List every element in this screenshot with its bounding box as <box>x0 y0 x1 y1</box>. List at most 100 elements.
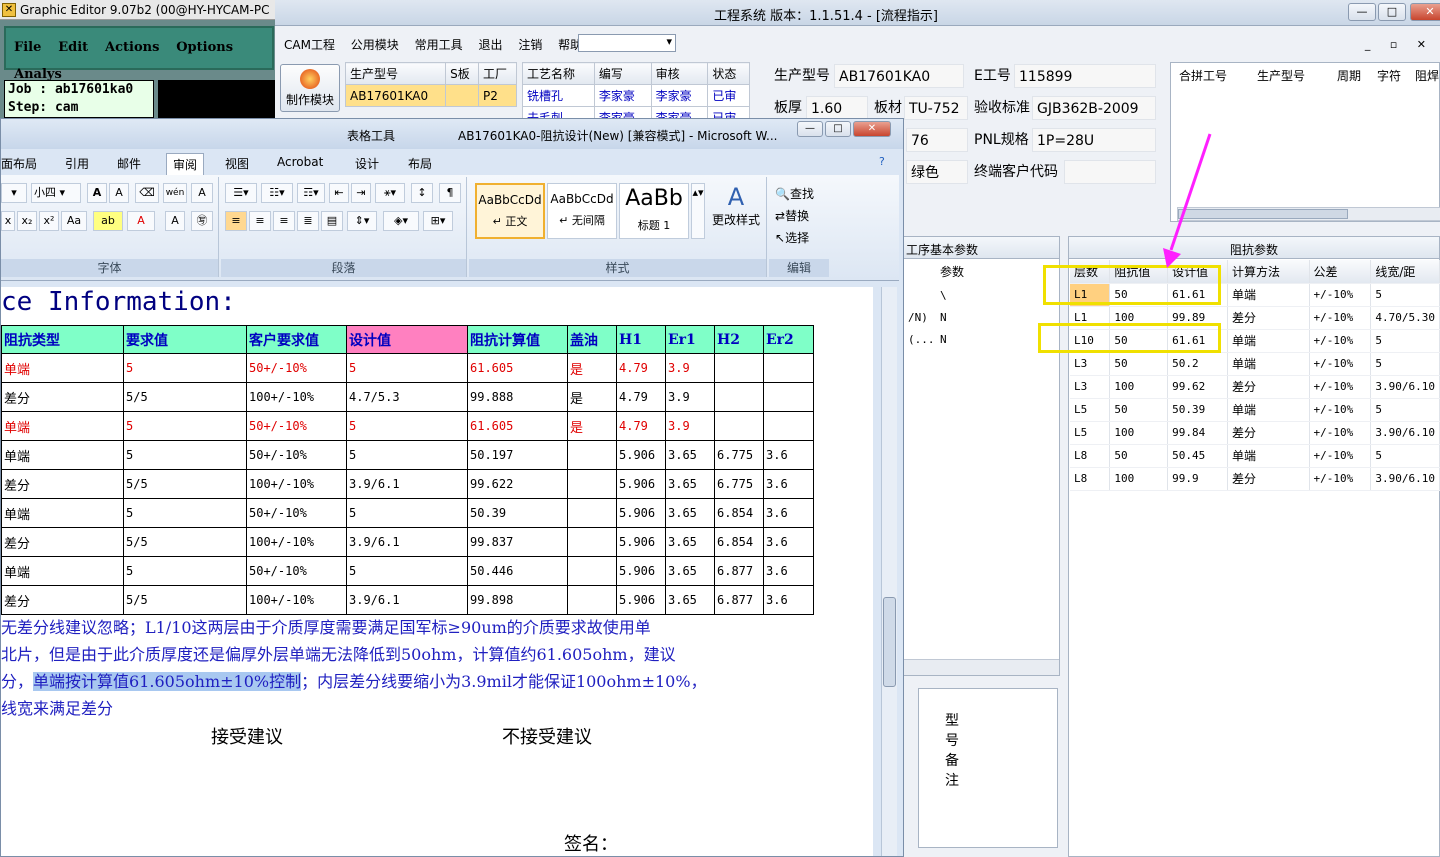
replace-button[interactable]: ⇄替换 <box>775 207 809 224</box>
table-row[interactable]: L5 50 50.39 单端 +/-10% 5 <box>1070 398 1440 422</box>
word-close-button[interactable]: ✕ <box>853 121 891 137</box>
tab-mailings[interactable]: 邮件 <box>117 155 141 172</box>
borders-button[interactable]: ⊞▾ <box>423 211 453 231</box>
col-header[interactable]: 审核 <box>650 62 709 85</box>
tab-view[interactable]: 视图 <box>225 155 249 172</box>
customer-value[interactable] <box>1064 160 1156 184</box>
font-color-button[interactable]: A <box>127 211 155 231</box>
font-name-dropdown[interactable]: ▾ <box>1 183 27 203</box>
highlight-button[interactable]: ab <box>93 211 123 231</box>
increase-indent-button[interactable]: ⇥ <box>351 183 371 203</box>
table-row[interactable]: 单端 5 50+/-10% 5 50.446 5.906 3.65 6.877 3.6 <box>1 556 814 586</box>
sort-button[interactable]: ↕ <box>411 183 433 203</box>
menu-actions[interactable]: Actions <box>97 28 164 55</box>
help-icon[interactable]: ? <box>879 155 885 168</box>
line-spacing-button[interactable]: ⇕▾ <box>347 211 377 231</box>
model-value[interactable]: AB17601KA0 <box>834 64 964 88</box>
col-header[interactable]: 工厂 <box>478 62 517 85</box>
select-button[interactable]: ↖选择 <box>775 229 809 246</box>
table-row[interactable]: 单端 5 50+/-10% 5 50.39 5.906 3.65 6.854 3.6 <box>1 498 814 528</box>
change-case-button[interactable]: Aa <box>61 211 87 231</box>
char-border-button[interactable]: A <box>191 183 213 203</box>
col-header[interactable]: 工艺名称 <box>522 62 595 85</box>
col-header[interactable]: 编写 <box>593 62 652 85</box>
distribute-button[interactable]: ▤ <box>321 211 343 231</box>
eno-value[interactable]: 115899 <box>1014 64 1156 88</box>
tab-references[interactable]: 引用 <box>65 155 89 172</box>
cam-minimize-button[interactable]: — <box>1348 3 1376 21</box>
thickness-value[interactable]: 1.60 <box>806 96 868 120</box>
process-scrollbar[interactable] <box>904 659 1059 675</box>
menu-edit[interactable]: Edit <box>50 28 93 55</box>
tab-layout[interactable]: 面布局 <box>1 155 37 172</box>
align-left-button[interactable]: ≡ <box>225 211 247 231</box>
col-header[interactable]: 公差 <box>1309 260 1372 284</box>
word-maximize-button[interactable]: □ <box>825 121 851 137</box>
style-heading-1[interactable]: AaBb 标题 1 <box>619 183 689 239</box>
table-row[interactable]: L8 100 99.9 差分 +/-10% 3.90/6.10 <box>1070 467 1440 491</box>
tab-table-layout[interactable]: 布局 <box>408 155 432 172</box>
col-header[interactable]: S板 <box>445 62 480 85</box>
table-row[interactable]: 差分 5/5 100+/-10% 3.9/6.1 99.622 5.906 3.65 6.77… <box>1 469 814 499</box>
styles-scroll[interactable]: ▴▾ <box>691 183 705 239</box>
ge-display-area[interactable] <box>158 80 275 118</box>
col-header[interactable]: 参数 <box>940 263 964 280</box>
cam-maximize-button[interactable]: □ <box>1378 3 1406 21</box>
tab-acrobat[interactable]: Acrobat <box>277 155 323 169</box>
strike-button[interactable]: x <box>1 211 15 231</box>
cam-toolbar-combo[interactable] <box>578 34 676 52</box>
col-header[interactable]: 阻焊 <box>1415 67 1439 84</box>
justify-button[interactable]: ≣ <box>297 211 319 231</box>
word-minimize-button[interactable]: — <box>797 121 823 137</box>
color-value[interactable]: 绿色 <box>906 160 968 184</box>
col-header[interactable]: 状态 <box>707 62 750 85</box>
document-scrollbar[interactable] <box>881 287 897 856</box>
col-header[interactable]: 合拼工号 <box>1179 67 1227 84</box>
multilevel-button[interactable]: ☶▾ <box>297 183 325 203</box>
superscript-button[interactable]: x² <box>39 211 59 231</box>
table-row[interactable]: /N) N <box>908 311 947 324</box>
col-header[interactable]: 线宽/距 <box>1370 260 1440 284</box>
align-center-button[interactable]: ≡ <box>249 211 271 231</box>
menu-analysis[interactable]: Analys <box>6 55 67 82</box>
phonetic-button[interactable]: wén <box>163 183 187 203</box>
menu-cam[interactable]: CAM工程 <box>278 30 341 53</box>
menu-file[interactable]: File <box>6 28 46 55</box>
grow-font-button[interactable]: A <box>87 183 107 203</box>
change-styles-button[interactable]: A 更改样式 <box>709 183 763 228</box>
table-row[interactable]: AB17601KA0 P2 <box>344 84 517 107</box>
shading-button[interactable]: ◈▾ <box>383 211 419 231</box>
document-page[interactable]: ce Information: 阻抗类型 要求值 客户要求值 设计值 阻抗计算值… <box>1 287 873 856</box>
menu-common[interactable]: 公用模块 <box>345 30 405 53</box>
col-header[interactable]: 生产型号 <box>1257 67 1305 84</box>
table-row[interactable]: L8 50 50.45 单端 +/-10% 5 <box>1070 444 1440 468</box>
align-right-button[interactable]: ≡ <box>273 211 295 231</box>
col-header[interactable]: 字符 <box>1377 67 1401 84</box>
table-row[interactable]: 差分 5/5 100+/-10% 3.9/6.1 99.837 5.906 3.65 6.85… <box>1 527 814 557</box>
table-row[interactable]: L3 100 99.62 差分 +/-10% 3.90/6.10 <box>1070 375 1440 399</box>
table-row[interactable]: 单端 5 50+/-10% 5 61.605 是 4.79 3.9 <box>1 411 814 441</box>
bullets-button[interactable]: ☰▾ <box>225 183 257 203</box>
tab-review[interactable]: 审阅 <box>166 153 205 175</box>
table-row[interactable]: 单端 5 50+/-10% 5 61.605 是 4.79 3.9 <box>1 353 814 383</box>
table-row[interactable]: L3 50 50.2 单端 +/-10% 5 <box>1070 352 1440 376</box>
asian-layout-button[interactable]: ⚹▾ <box>375 183 405 203</box>
subscript-button[interactable]: x₂ <box>17 211 37 231</box>
menu-tools[interactable]: 常用工具 <box>409 30 469 53</box>
style-normal[interactable]: AaBbCcDd ↵ 正文 <box>475 183 545 239</box>
v76-value[interactable]: 76 <box>906 128 968 152</box>
find-button[interactable]: 🔍查找 <box>775 185 814 202</box>
table-row[interactable]: L5 100 99.84 差分 +/-10% 3.90/6.10 <box>1070 421 1440 445</box>
cam-mdi-controls[interactable]: _ ▫ ✕ <box>1365 38 1434 51</box>
table-row[interactable]: 单端 5 50+/-10% 5 50.197 5.906 3.65 6.775 3.6 <box>1 440 814 470</box>
menu-options[interactable]: Options <box>168 28 238 55</box>
tab-design[interactable]: 设计 <box>355 155 379 172</box>
col-header[interactable]: 生产型号 <box>344 62 447 85</box>
show-marks-button[interactable]: ¶ <box>439 183 461 203</box>
shrink-font-button[interactable]: A <box>109 183 129 203</box>
enclose-char-button[interactable]: ㊢ <box>191 211 213 231</box>
menu-exit[interactable]: 退出 <box>472 30 508 53</box>
table-row[interactable]: (... N <box>908 333 947 346</box>
scroll-thumb[interactable] <box>883 597 896 687</box>
table-row[interactable]: 差分 5/5 100+/-10% 3.9/6.1 99.898 5.906 3.65 6.87… <box>1 585 814 615</box>
